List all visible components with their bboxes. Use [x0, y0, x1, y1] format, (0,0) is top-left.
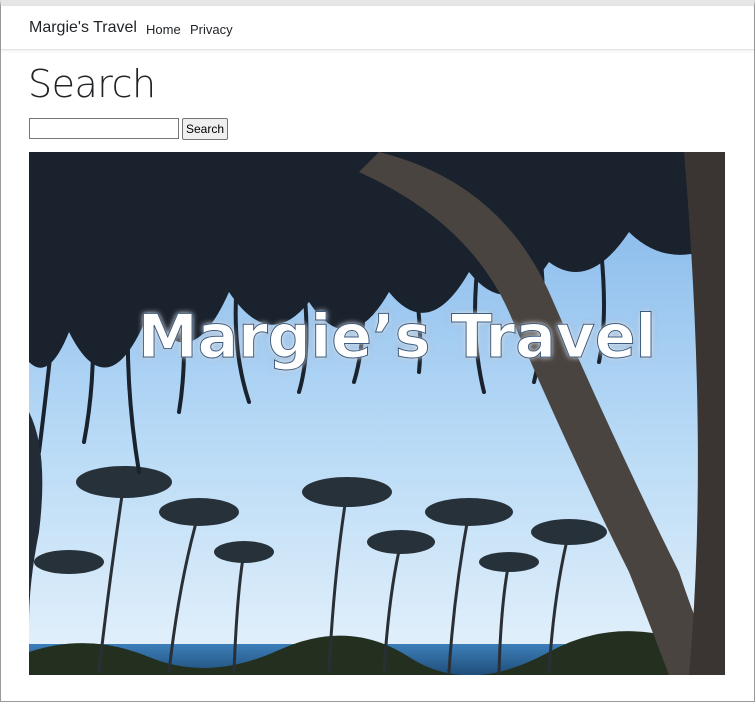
page-title: Search — [28, 62, 156, 106]
nav-link-privacy[interactable]: Privacy — [190, 22, 233, 37]
brand-link[interactable]: Margie's Travel — [29, 19, 137, 37]
hero-overlay-title: Margie’s Travel — [138, 302, 656, 372]
search-input[interactable] — [29, 118, 179, 139]
search-button[interactable]: Search — [182, 118, 228, 140]
nav-link-home[interactable]: Home — [146, 22, 181, 37]
hero-image: Margie’s Travel — [29, 152, 725, 675]
top-navbar: Margie's Travel Home Privacy — [1, 6, 754, 50]
